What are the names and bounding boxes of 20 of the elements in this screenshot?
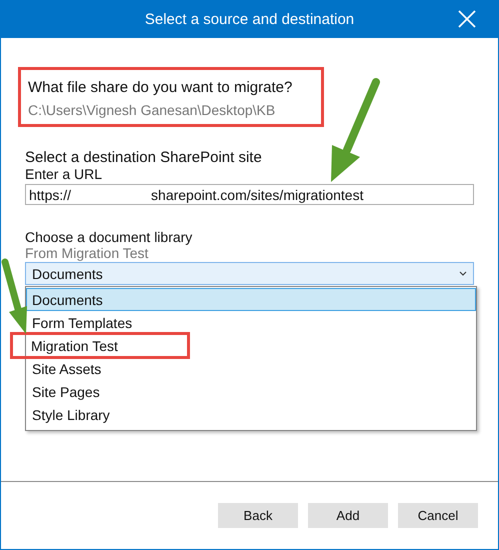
library-option[interactable]: Migration Test [10,332,190,359]
library-option[interactable]: Form Templates [26,311,476,334]
source-path: C:\Users\Vignesh Ganesan\Desktop\KB [28,102,276,118]
library-dropdown[interactable]: Documents [25,262,474,285]
library-subheading: From Migration Test [25,245,150,261]
url-field[interactable]: https:// sharepoint.com/sites/migrationtest [25,184,474,205]
url-label: Enter a URL [25,166,104,182]
dialog-button[interactable]: Back [218,503,298,528]
library-heading: Choose a document library [25,229,194,245]
window-title: Select a source and destination [144,10,354,28]
chevron-icon [459,271,467,276]
library-option[interactable]: Documents [26,288,476,311]
dialog-button[interactable]: Add [308,503,388,528]
source-question: What file share do you want to migrate? [28,79,294,96]
close-icon[interactable] [458,10,476,28]
library-option[interactable]: Style Library [26,403,476,426]
dialog-button[interactable]: Cancel [398,503,478,528]
library-option[interactable]: Site Pages [26,380,476,403]
library-option[interactable]: Site Assets [26,357,476,380]
destination-heading: Select a destination SharePoint site [25,149,263,166]
